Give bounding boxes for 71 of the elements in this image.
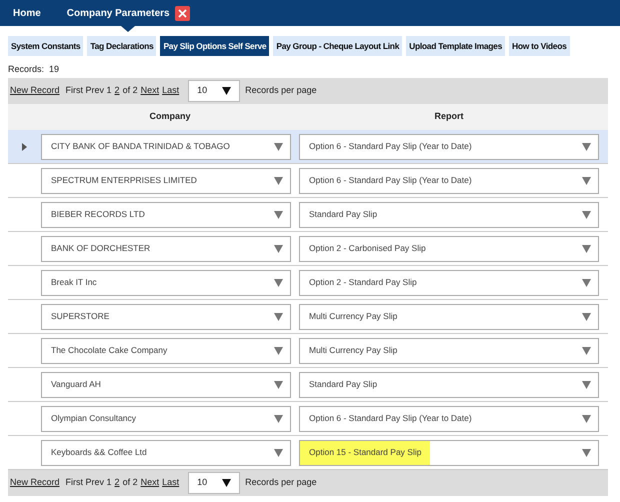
- pager-link[interactable]: Last: [162, 84, 180, 98]
- pager-link[interactable]: New Record: [10, 476, 60, 490]
- report-select[interactable]: Option 6 - Standard Pay Slip (Year to Date): [299, 134, 599, 160]
- report-select[interactable]: Standard Pay Slip: [299, 202, 599, 228]
- dropdown-arrow-icon: [274, 346, 283, 354]
- company-select[interactable]: Keyboards && Coffee Ltd: [41, 440, 291, 466]
- per-page-label: Records per page: [245, 84, 317, 98]
- row-indicator-icon: [22, 142, 27, 150]
- close-icon[interactable]: [174, 6, 190, 21]
- dropdown-arrow-icon: [274, 380, 283, 388]
- company-select[interactable]: Olympian Consultancy: [41, 406, 291, 432]
- report-select[interactable]: Option 6 - Standard Pay Slip (Year to Date): [299, 168, 599, 194]
- page-size-select[interactable]: 10: [188, 80, 240, 102]
- company-select[interactable]: CITY BANK OF BANDA TRINIDAD & TOBAGO: [41, 134, 291, 160]
- report-select[interactable]: Multi Currency Pay Slip: [299, 338, 599, 364]
- company-select[interactable]: SPECTRUM ENTERPRISES LIMITED: [41, 168, 291, 194]
- dropdown-arrow-icon: [582, 176, 591, 184]
- company-select[interactable]: The Chocolate Cake Company: [41, 338, 291, 364]
- dropdown-arrow-icon: [582, 312, 591, 320]
- pager-link[interactable]: 2: [114, 476, 120, 490]
- dropdown-arrow-icon: [274, 448, 283, 456]
- table-row[interactable]: CITY BANK OF BANDA TRINIDAD & TOBAGO Option 6 - Standard Pay Slip (Year to Date): [8, 130, 608, 164]
- tab[interactable]: Tag Declarations: [87, 36, 156, 56]
- report-select[interactable]: Option 6 - Standard Pay Slip (Year to Date): [299, 406, 599, 432]
- company-select[interactable]: Break IT Inc: [41, 270, 291, 296]
- per-page-label: Records per page: [245, 476, 317, 490]
- pager-link[interactable]: Last: [162, 476, 180, 490]
- tab[interactable]: Pay Slip Options Self Serve: [160, 36, 270, 56]
- dropdown-arrow-icon: [222, 479, 232, 487]
- dropdown-arrow-icon: [274, 312, 283, 320]
- dropdown-arrow-icon: [582, 142, 591, 150]
- pager-link[interactable]: 2: [114, 84, 120, 98]
- pager-text: First Prev 1: [66, 84, 112, 98]
- report-select[interactable]: Option 2 - Carbonised Pay Slip: [299, 236, 599, 262]
- dropdown-arrow-icon: [582, 380, 591, 388]
- dropdown-arrow-icon: [222, 87, 232, 95]
- dropdown-arrow-icon: [274, 278, 283, 286]
- dropdown-arrow-icon: [582, 414, 591, 422]
- page-size-select[interactable]: 10: [188, 472, 240, 494]
- tab[interactable]: Upload Template Images: [406, 36, 506, 56]
- dropdown-arrow-icon: [274, 414, 283, 422]
- dropdown-arrow-icon: [274, 244, 283, 252]
- report-select[interactable]: Option 2 - Standard Pay Slip: [299, 270, 599, 296]
- pager-link[interactable]: New Record: [10, 84, 60, 98]
- company-select[interactable]: BIEBER RECORDS LTD: [41, 202, 291, 228]
- dropdown-arrow-icon: [274, 210, 283, 218]
- pager-text: of 2: [122, 84, 138, 98]
- pager-text: First Prev 1: [66, 476, 112, 490]
- tab[interactable]: Pay Group - Cheque Layout Link: [273, 36, 402, 56]
- company-select[interactable]: BANK OF DORCHESTER: [41, 236, 291, 262]
- dropdown-arrow-icon: [582, 448, 591, 456]
- company-select[interactable]: Vanguard AH: [41, 372, 291, 398]
- report-select[interactable]: Multi Currency Pay Slip: [299, 304, 599, 330]
- column-header: Company: [148, 110, 192, 124]
- nav-tab[interactable]: Home: [13, 0, 41, 32]
- report-select[interactable]: Option 15 - Standard Pay Slip: [299, 440, 599, 466]
- records-count: Records: 19: [8, 63, 60, 76]
- pager-link[interactable]: Next: [140, 84, 160, 98]
- pager-link[interactable]: Next: [140, 476, 160, 490]
- tab[interactable]: How to Videos: [509, 36, 570, 56]
- dropdown-arrow-icon: [582, 278, 591, 286]
- column-header: Report: [434, 110, 464, 124]
- dropdown-arrow-icon: [582, 346, 591, 354]
- dropdown-arrow-icon: [274, 176, 283, 184]
- dropdown-arrow-icon: [582, 244, 591, 252]
- dropdown-arrow-icon: [274, 142, 283, 150]
- report-select[interactable]: Standard Pay Slip: [299, 372, 599, 398]
- tab[interactable]: System Constants: [8, 36, 84, 56]
- company-select[interactable]: SUPERSTORE: [41, 304, 291, 330]
- pager-text: of 2: [122, 476, 138, 490]
- dropdown-arrow-icon: [582, 210, 591, 218]
